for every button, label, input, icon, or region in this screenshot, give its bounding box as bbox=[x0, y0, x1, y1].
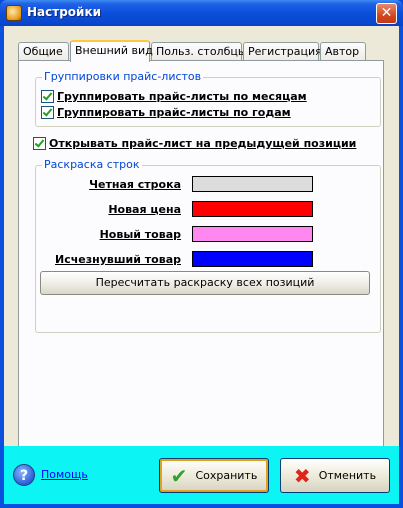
help-link[interactable]: Помощь bbox=[41, 468, 88, 481]
cancel-x-icon: ✖ bbox=[293, 463, 311, 488]
row-coloring-title: Раскраска строк bbox=[42, 158, 142, 171]
pricelist-grouping-title: Группировки прайс-листов bbox=[42, 70, 204, 83]
group-by-month-checkbox[interactable] bbox=[41, 90, 54, 103]
tab-general[interactable]: Общие bbox=[18, 42, 69, 61]
help-icon[interactable]: ? bbox=[13, 464, 35, 486]
window-title: Настройки bbox=[27, 5, 102, 19]
save-button-label: Сохранить bbox=[195, 469, 258, 482]
open-previous-position-label[interactable]: Открывать прайс-лист на предыдущей позиц… bbox=[49, 137, 356, 150]
tab-registration[interactable]: Регистрация bbox=[243, 42, 322, 61]
even-row-label: Четная строка bbox=[89, 178, 181, 191]
removed-item-color-swatch[interactable] bbox=[192, 251, 313, 267]
cancel-button-label: Отменить bbox=[318, 469, 377, 482]
dialog-client-area: Общие Внешний вид Польз. столбцы Регистр… bbox=[4, 26, 399, 504]
group-by-month-label[interactable]: Группировать прайс-листы по месяцам bbox=[57, 90, 307, 103]
settings-app-icon bbox=[6, 5, 22, 21]
new-price-color-swatch[interactable] bbox=[192, 201, 313, 217]
even-row-color-swatch[interactable] bbox=[192, 176, 313, 192]
title-bar[interactable]: Настройки ✕ bbox=[0, 0, 403, 26]
group-by-month-option[interactable]: Группировать прайс-листы по месяцам bbox=[41, 90, 307, 103]
new-item-label: Новый товар bbox=[99, 228, 181, 241]
tab-user-columns[interactable]: Польз. столбцы bbox=[151, 42, 247, 61]
save-button[interactable]: ✔ Сохранить bbox=[159, 458, 269, 493]
tab-appearance[interactable]: Внешний вид bbox=[70, 40, 153, 62]
open-previous-position-option[interactable]: Открывать прайс-лист на предыдущей позиц… bbox=[33, 137, 356, 150]
close-button[interactable]: ✕ bbox=[376, 3, 397, 24]
open-previous-position-checkbox[interactable] bbox=[33, 137, 46, 150]
recalculate-colors-button[interactable]: Пересчитать раскраску всех позиций bbox=[40, 271, 370, 295]
group-by-year-option[interactable]: Группировать прайс-листы по годам bbox=[41, 106, 291, 119]
removed-item-label: Исчезнувший товар bbox=[55, 253, 181, 266]
new-price-label: Новая цена bbox=[108, 203, 181, 216]
cancel-button[interactable]: ✖ Отменить bbox=[280, 458, 390, 493]
checkmark-icon: ✔ bbox=[170, 463, 188, 488]
settings-window: Настройки ✕ Общие Внешний вид Польз. сто… bbox=[0, 0, 403, 508]
group-by-year-label[interactable]: Группировать прайс-листы по годам bbox=[57, 106, 291, 119]
tab-author[interactable]: Автор bbox=[320, 42, 366, 61]
new-item-color-swatch[interactable] bbox=[192, 226, 313, 242]
appearance-tab-panel: Группировки прайс-листов Группировать пр… bbox=[18, 60, 384, 450]
group-by-year-checkbox[interactable] bbox=[41, 106, 54, 119]
